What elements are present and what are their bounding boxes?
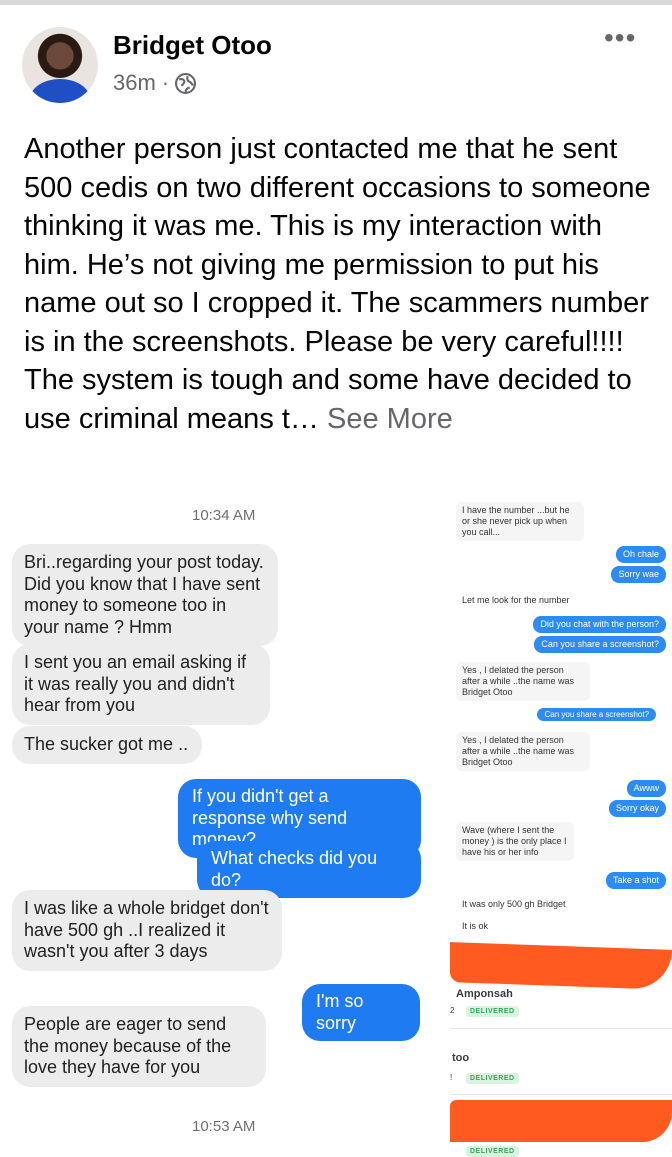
top-divider <box>0 0 672 5</box>
post-time[interactable]: 36m <box>113 70 156 96</box>
message-outgoing: Did you chat with the person? <box>533 616 666 633</box>
avatar[interactable] <box>22 27 98 103</box>
meta-separator: · <box>161 70 170 95</box>
message-outgoing: Can you share a screenshot? <box>537 708 656 721</box>
message-incoming: It is ok <box>462 921 489 931</box>
message-incoming: Yes , I delated the person after a while… <box>456 732 590 771</box>
message-incoming: People are eager to send the money becau… <box>12 1006 266 1087</box>
author-name[interactable]: Bridget Otoo <box>113 30 272 61</box>
divider <box>450 1028 672 1029</box>
message-incoming: Bri..regarding your post today. Did you … <box>12 544 278 646</box>
timestamp: 10:34 AM <box>192 507 256 524</box>
contact-name: Amponsah <box>456 988 513 1000</box>
screenshot-left[interactable]: 10:34 AM Bri..regarding your post today.… <box>0 488 445 1157</box>
status-badge: DELIVERED <box>466 1146 519 1157</box>
message-outgoing: Awww <box>626 780 666 797</box>
redaction-bar <box>450 942 672 990</box>
message-incoming: The sucker got me .. <box>12 726 202 764</box>
see-more-link[interactable]: See More <box>327 403 453 435</box>
message-outgoing: Sorry okay <box>608 800 666 817</box>
message-incoming: Wave (where I sent the money ) is the on… <box>456 822 574 861</box>
status-badge: DELIVERED <box>466 1006 519 1017</box>
redaction-bar <box>450 1100 672 1142</box>
post-meta: 36m · <box>113 70 197 96</box>
screenshot-right[interactable]: I have the number ...but he or she never… <box>450 488 672 1157</box>
message-outgoing: Oh chale <box>615 546 666 563</box>
timestamp: 10:53 AM <box>192 1118 256 1135</box>
contact-prefix: 2 <box>450 1006 455 1015</box>
message-outgoing: Can you share a screenshot? <box>534 636 666 653</box>
message-outgoing: I'm so sorry <box>302 984 420 1041</box>
status-badge: DELIVERED <box>466 1073 519 1084</box>
message-incoming: It was only 500 gh Bridget <box>462 899 566 909</box>
message-outgoing: Sorry wae <box>611 566 666 583</box>
message-incoming: I was like a whole bridget don't have 50… <box>12 890 282 971</box>
divider <box>450 1094 672 1095</box>
contact-prefix: ! <box>450 1073 453 1082</box>
message-outgoing: Take a shot <box>605 872 666 889</box>
globe-icon <box>175 72 197 94</box>
more-options-button[interactable]: ••• <box>604 24 636 52</box>
message-incoming: Yes , I delated the person after a while… <box>456 662 590 701</box>
post-text: Another person just contacted me that he… <box>24 130 654 438</box>
message-incoming: I have the number ...but he or she never… <box>456 502 584 541</box>
message-incoming: Let me look for the number <box>462 595 570 605</box>
contact-name: too <box>452 1052 470 1064</box>
post-body: Another person just contacted me that he… <box>24 133 651 435</box>
message-incoming: I sent you an email asking if it was rea… <box>12 644 270 725</box>
